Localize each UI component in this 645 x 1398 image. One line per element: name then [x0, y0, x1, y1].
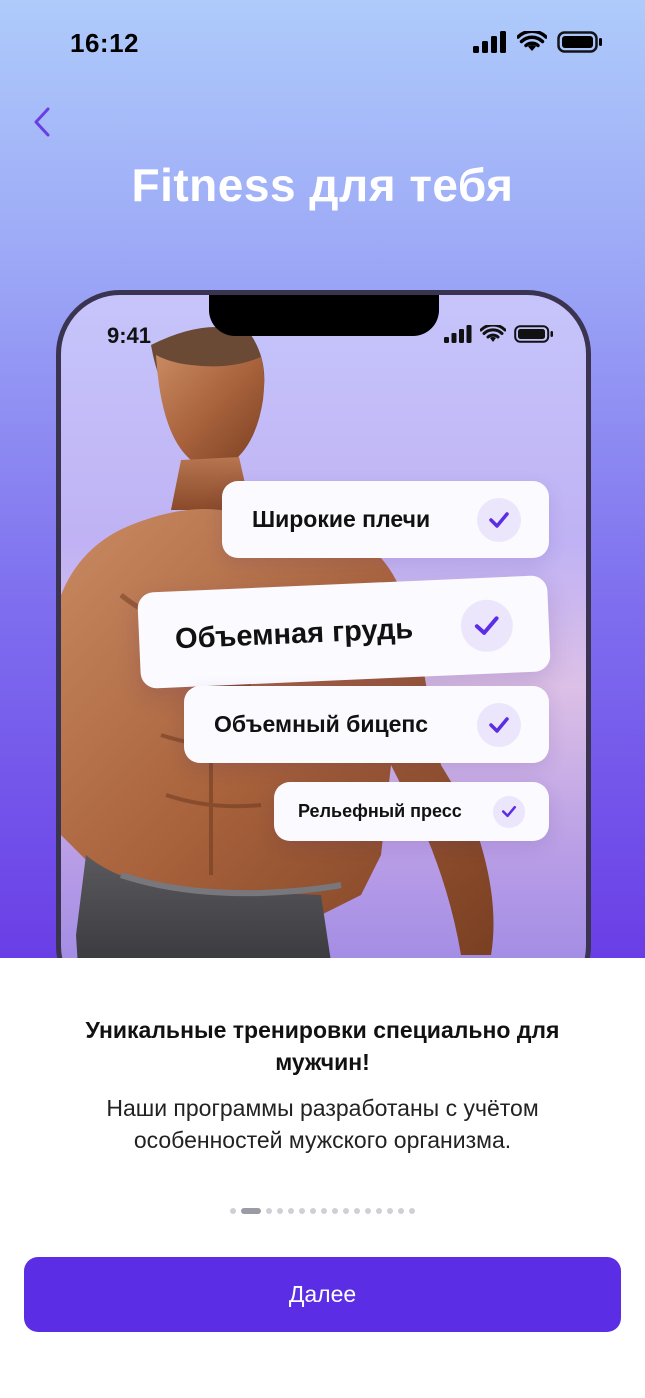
status-time: 16:12: [70, 28, 139, 58]
feature-pill-shoulders: Широкие плечи: [222, 481, 549, 558]
next-button[interactable]: Далее: [24, 1257, 621, 1332]
page-dot: [354, 1208, 360, 1214]
onboarding-headline: Уникальные тренировки специально для муж…: [85, 1017, 560, 1075]
wifi-icon: [480, 325, 506, 342]
feature-label: Объемная грудь: [174, 612, 414, 655]
page-dot: [321, 1208, 327, 1214]
page-indicator: [0, 1208, 645, 1214]
page-dot: [266, 1208, 272, 1214]
page-dot: [387, 1208, 393, 1214]
page-title: Fitness для тебя: [131, 159, 514, 211]
chevron-left-icon: [34, 107, 50, 137]
signal-icon: [444, 325, 472, 343]
status-bar: 16:12: [0, 0, 645, 90]
feature-label: Объемный бицепс: [214, 711, 429, 737]
page-dot: [230, 1208, 236, 1214]
battery-icon: [557, 31, 602, 53]
feature-label: Широкие плечи: [252, 506, 431, 532]
phone-status-icons: [444, 325, 554, 343]
hero-section: 16:12 Fitness для тебя 9:41 Широкие плеч…: [0, 0, 645, 958]
feature-pill-chest: Объемная грудь: [137, 575, 551, 689]
feature-label: Рельефный пресс: [298, 801, 462, 821]
feature-pill-abs: Рельефный пресс: [274, 782, 549, 841]
phone-status-time: 9:41: [107, 323, 152, 348]
check-icon: [493, 795, 525, 828]
page-dot: [310, 1208, 316, 1214]
page-dot: [398, 1208, 404, 1214]
check-icon: [459, 598, 514, 653]
status-icons: [473, 31, 603, 53]
signal-icon: [473, 31, 506, 53]
page-dot-active: [241, 1208, 261, 1214]
page-dot: [288, 1208, 294, 1214]
page-dot: [299, 1208, 305, 1214]
page-dot: [332, 1208, 338, 1214]
back-button[interactable]: [24, 102, 60, 142]
onboarding-description: Наши программы разработаны с учётом особ…: [106, 1095, 539, 1153]
page-dot: [365, 1208, 371, 1214]
wifi-icon: [517, 31, 547, 51]
check-icon: [477, 702, 521, 747]
page-dot: [409, 1208, 415, 1214]
page-dot: [277, 1208, 283, 1214]
phone-notch: [209, 295, 439, 336]
page-dot: [343, 1208, 349, 1214]
battery-icon: [514, 325, 553, 343]
page-dot: [376, 1208, 382, 1214]
feature-pill-biceps: Объемный бицепс: [184, 686, 549, 763]
check-icon: [477, 497, 521, 542]
